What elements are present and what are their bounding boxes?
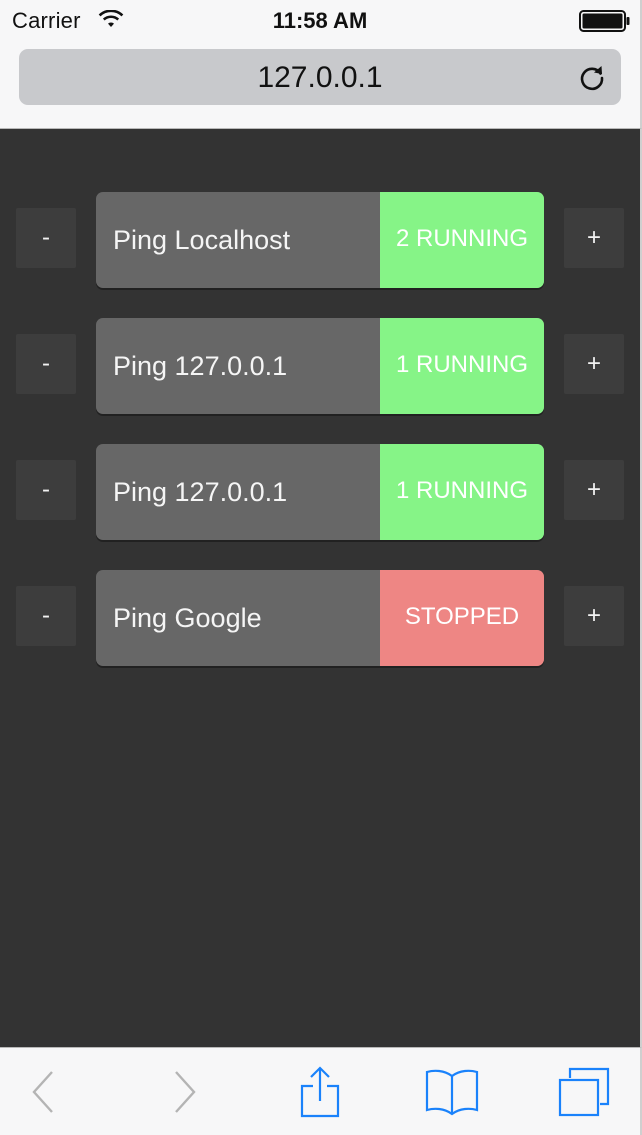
bookmarks-icon[interactable]	[424, 1066, 480, 1118]
decrement-button[interactable]: -	[16, 586, 76, 646]
page-content: - Ping Localhost 2 RUNNING + - Ping 127.…	[0, 129, 642, 1047]
process-row: - Ping Localhost 2 RUNNING +	[0, 192, 640, 288]
process-status-badge: 1 RUNNING	[380, 444, 544, 540]
url-text[interactable]: 127.0.0.1	[19, 61, 621, 95]
process-status-badge: STOPPED	[380, 570, 544, 666]
process-card[interactable]: Ping 127.0.0.1 1 RUNNING	[96, 318, 544, 414]
increment-button[interactable]: +	[564, 460, 624, 520]
process-name: Ping Localhost	[113, 225, 291, 255]
process-name: Ping 127.0.0.1	[113, 477, 288, 507]
tabs-icon[interactable]	[556, 1066, 612, 1118]
back-icon[interactable]	[28, 1066, 58, 1118]
process-status-badge: 1 RUNNING	[380, 318, 544, 414]
decrement-button[interactable]: -	[16, 208, 76, 268]
share-icon[interactable]	[298, 1066, 342, 1118]
reload-icon[interactable]	[577, 62, 607, 92]
process-row: - Ping 127.0.0.1 1 RUNNING +	[0, 318, 640, 414]
decrement-button[interactable]: -	[16, 460, 76, 520]
forward-icon[interactable]	[170, 1066, 200, 1118]
browser-toolbar	[0, 1047, 642, 1135]
process-card[interactable]: Ping 127.0.0.1 1 RUNNING	[96, 444, 544, 540]
process-card[interactable]: Ping Google STOPPED	[96, 570, 544, 666]
process-card[interactable]: Ping Localhost 2 RUNNING	[96, 192, 544, 288]
process-name: Ping Google	[113, 603, 262, 633]
decrement-button[interactable]: -	[16, 334, 76, 394]
clock: 11:58 AM	[272, 8, 368, 33]
browser-top-bar: Carrier 11:58 AM 127.0.0.1	[0, 0, 642, 129]
process-row: - Ping 127.0.0.1 1 RUNNING +	[0, 444, 640, 540]
process-row: - Ping Google STOPPED +	[0, 570, 640, 666]
status-bar: Carrier 11:58 AM	[0, 0, 640, 40]
increment-button[interactable]: +	[564, 334, 624, 394]
battery-icon	[579, 10, 630, 32]
process-name: Ping 127.0.0.1	[113, 351, 288, 381]
address-bar[interactable]: 127.0.0.1	[19, 49, 621, 105]
increment-button[interactable]: +	[564, 208, 624, 268]
process-status-badge: 2 RUNNING	[380, 192, 544, 288]
increment-button[interactable]: +	[564, 586, 624, 646]
